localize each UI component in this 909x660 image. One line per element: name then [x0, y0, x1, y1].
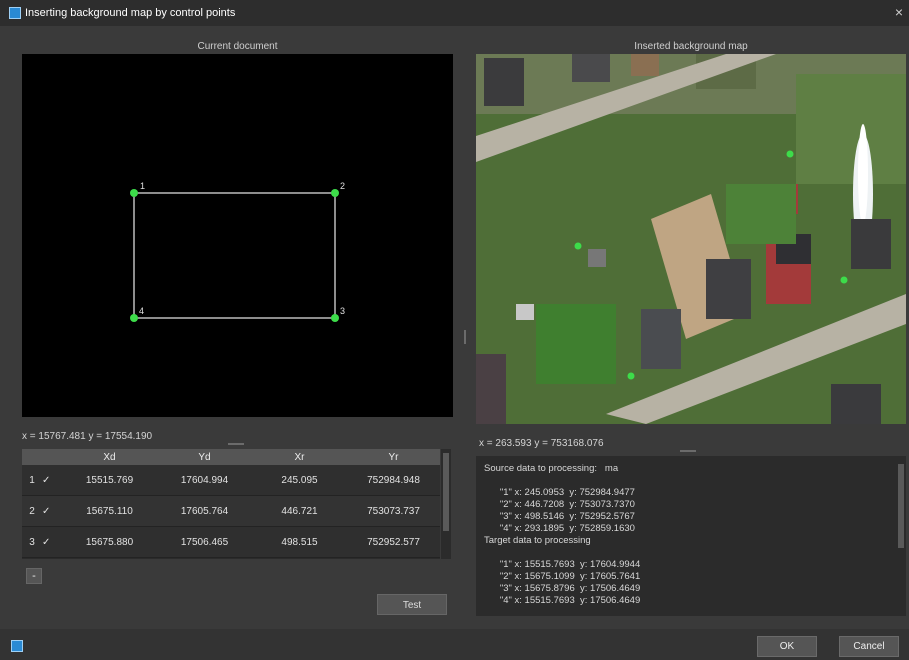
cell-yr[interactable]: 753073.737: [347, 506, 440, 517]
background-map-caption: Inserted background map: [634, 41, 748, 52]
row-index: 2: [29, 505, 35, 517]
vertical-splitter-handle[interactable]: [464, 330, 466, 344]
row-index: 1: [29, 474, 35, 486]
row-index: 3: [29, 536, 35, 548]
table-row[interactable]: 1 ✓ 15515.769 17604.994 245.095 752984.9…: [22, 465, 440, 496]
current-document-view[interactable]: 1 2 3 4: [22, 54, 453, 417]
cell-xr[interactable]: 446.721: [252, 506, 347, 517]
window-title: Inserting background map by control poin…: [25, 7, 236, 19]
control-point-label: 1: [140, 181, 145, 191]
log-line: "3" x: 498.5146 y: 752952.5767: [484, 511, 635, 522]
cell-yr[interactable]: 752952.577: [347, 537, 440, 548]
column-header-yd[interactable]: Yd: [157, 452, 252, 463]
document-canvas[interactable]: 1 2 3 4: [22, 54, 453, 417]
app-icon: [9, 7, 21, 19]
title-bar: Inserting background map by control poin…: [0, 0, 909, 26]
cancel-button[interactable]: Cancel: [839, 636, 899, 657]
ok-button[interactable]: OK: [757, 636, 817, 657]
cell-yd[interactable]: 17605.764: [157, 506, 252, 517]
table-scrollbar-thumb[interactable]: [443, 453, 449, 531]
row-checkmark[interactable]: ✓: [42, 475, 62, 486]
background-map-view[interactable]: [476, 54, 906, 424]
control-point-marker[interactable]: [130, 189, 138, 197]
log-line: "4" x: 293.1895 y: 752859.1630: [484, 523, 635, 534]
test-button[interactable]: Test: [377, 594, 447, 615]
log-line: "3" x: 15675.8796 y: 17506.4649: [484, 583, 641, 594]
aerial-map-image: [476, 54, 906, 424]
log-line: Target data to processing: [484, 535, 591, 546]
column-header-xd[interactable]: Xd: [62, 452, 157, 463]
help-icon[interactable]: [11, 640, 23, 652]
cell-xd[interactable]: 15675.880: [62, 537, 157, 548]
table-header: Xd Yd Xr Yr: [22, 449, 440, 465]
control-point-marker[interactable]: [331, 314, 339, 322]
cell-xr[interactable]: 245.095: [252, 475, 347, 486]
control-point-marker[interactable]: [627, 372, 635, 380]
column-header-xr[interactable]: Xr: [252, 452, 347, 463]
column-header-yr[interactable]: Yr: [347, 452, 440, 463]
control-point-label: 4: [139, 306, 144, 316]
right-horizontal-splitter-handle[interactable]: [680, 450, 696, 452]
log-scrollbar[interactable]: [896, 456, 906, 616]
control-point-marker[interactable]: [331, 189, 339, 197]
log-line: "2" x: 15675.1099 y: 17605.7641: [484, 571, 641, 582]
control-point-marker[interactable]: [786, 150, 794, 158]
table-row[interactable]: 2 ✓ 15675.110 17605.764 446.721 753073.7…: [22, 496, 440, 527]
table-scrollbar[interactable]: [441, 449, 451, 559]
log-scrollbar-thumb[interactable]: [898, 464, 904, 548]
cell-xr[interactable]: 498.515: [252, 537, 347, 548]
row-checkmark[interactable]: ✓: [42, 506, 62, 517]
log-line: "1" x: 15515.7693 y: 17604.9944: [484, 559, 641, 570]
left-horizontal-splitter-handle[interactable]: [228, 443, 244, 445]
map-cursor-coordinates: x = 263.593 y = 753168.076: [479, 438, 604, 449]
cell-xd[interactable]: 15675.110: [62, 506, 157, 517]
log-line: "2" x: 446.7208 y: 753073.7370: [484, 499, 635, 510]
document-cursor-coordinates: x = 15767.481 y = 17554.190: [22, 431, 153, 442]
control-point-label: 3: [340, 306, 345, 316]
processing-log[interactable]: Source data to processing: ma "1" x: 245…: [476, 456, 896, 616]
document-rectangle: [133, 192, 336, 319]
control-point-label: 2: [340, 181, 345, 191]
cell-yd[interactable]: 17506.465: [157, 537, 252, 548]
table-row[interactable]: 3 ✓ 15675.880 17506.465 498.515 752952.5…: [22, 527, 440, 558]
control-point-marker[interactable]: [840, 276, 848, 284]
current-document-caption: Current document: [197, 41, 278, 52]
cell-yr[interactable]: 752984.948: [347, 475, 440, 486]
control-point-marker[interactable]: [130, 314, 138, 322]
row-checkmark[interactable]: ✓: [42, 537, 62, 548]
cell-yd[interactable]: 17604.994: [157, 475, 252, 486]
log-line: "1" x: 245.0953 y: 752984.9477: [484, 487, 635, 498]
remove-point-button[interactable]: -: [26, 568, 42, 584]
control-point-marker[interactable]: [574, 242, 582, 250]
control-points-table[interactable]: Xd Yd Xr Yr 1 ✓ 15515.769 17604.994 245.…: [22, 449, 440, 559]
close-icon[interactable]: ×: [895, 4, 903, 20]
cell-xd[interactable]: 15515.769: [62, 475, 157, 486]
log-line: "4" x: 15515.7693 y: 17506.4649: [484, 595, 641, 606]
log-line: Source data to processing: ma: [484, 463, 619, 474]
